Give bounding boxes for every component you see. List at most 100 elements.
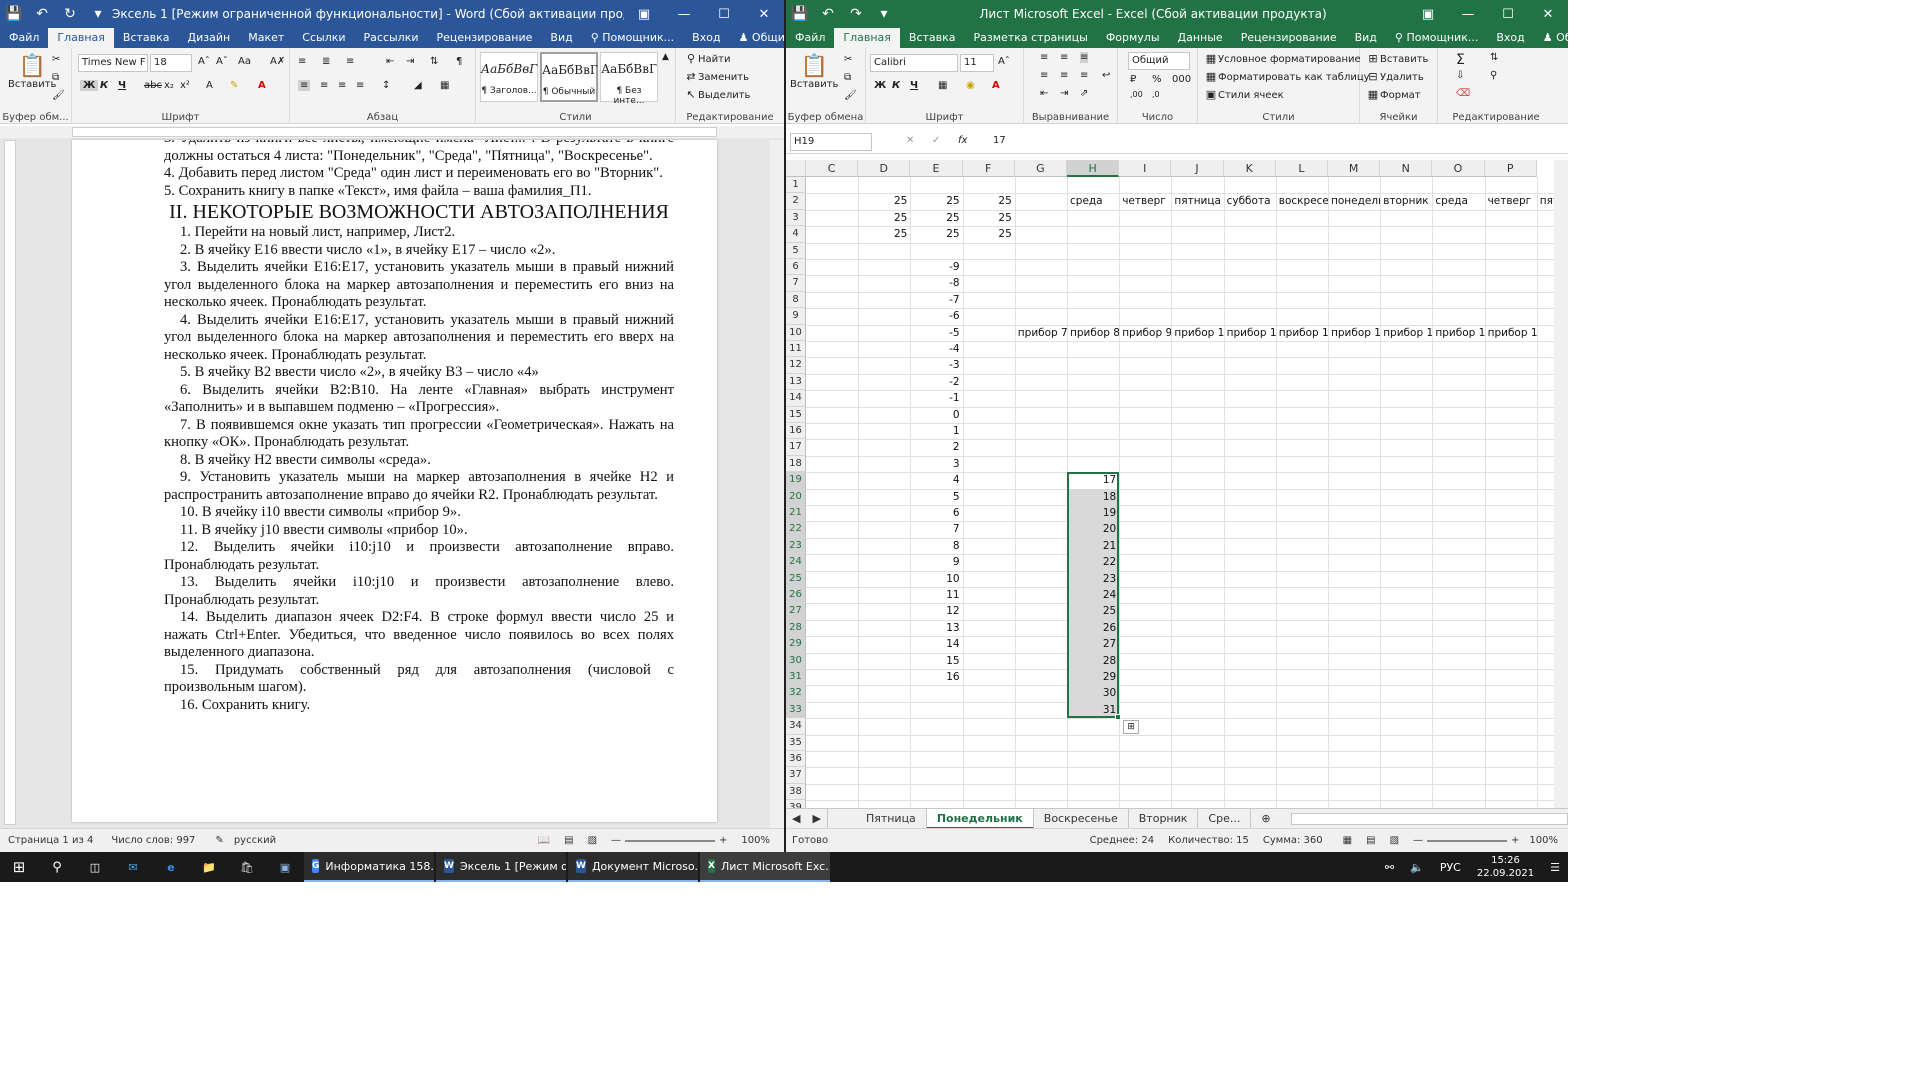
italic-button[interactable]: К [892, 80, 900, 91]
document-paragraph[interactable]: 3. Удалить из книги все листы, имеющие и… [164, 140, 674, 165]
align-left-icon[interactable]: ≡ [1040, 70, 1048, 81]
document-paragraph[interactable]: 1. Перейти на новый лист, например, Лист… [164, 224, 674, 242]
add-sheet-icon[interactable]: ⊕ [1251, 809, 1280, 829]
row-header[interactable]: 1 [786, 177, 806, 194]
superscript-button[interactable]: x² [180, 80, 190, 91]
row-header[interactable]: 34 [786, 718, 806, 735]
row-header[interactable]: 31 [786, 669, 806, 686]
sort-filter-icon[interactable]: ⇅ [1490, 52, 1498, 63]
align-center-icon[interactable]: ≡ [1060, 70, 1068, 81]
document-paragraph[interactable]: 4. Выделить ячейки E16:E17, установить у… [164, 312, 674, 365]
sort-icon[interactable]: ⇅ [430, 56, 438, 67]
language[interactable]: русский [234, 835, 276, 846]
select-all-corner[interactable] [786, 160, 806, 177]
cell-e27[interactable]: 12 [910, 603, 962, 619]
cell-e23[interactable]: 8 [910, 538, 962, 554]
cell-h19[interactable]: 17 [1067, 472, 1119, 488]
cell-e29[interactable]: 14 [910, 636, 962, 652]
cell-h32[interactable]: 30 [1067, 685, 1119, 701]
row-header[interactable]: 30 [786, 652, 806, 669]
close-button[interactable]: ✕ [744, 0, 784, 28]
start-button[interactable]: ⊞ [0, 852, 38, 882]
normal-view-icon[interactable]: ▦ [1343, 835, 1352, 846]
cell-e7[interactable]: -8 [910, 275, 962, 291]
numbering-icon[interactable]: ≣ [322, 56, 330, 67]
cell-e14[interactable]: -1 [910, 390, 962, 406]
row-header[interactable]: 35 [786, 734, 806, 751]
number-format-combo[interactable]: Общий [1128, 52, 1190, 70]
row-header[interactable]: 39 [786, 800, 806, 808]
row-header[interactable]: 7 [786, 275, 806, 292]
middle-align-icon[interactable]: ≡ [1060, 52, 1068, 63]
cell-o2[interactable]: среда [1432, 193, 1484, 209]
row-header[interactable]: 33 [786, 701, 806, 719]
format-painter-icon[interactable]: 🖌 [844, 90, 857, 101]
row-header[interactable]: 24 [786, 554, 806, 571]
function-icon[interactable]: fx [958, 135, 967, 146]
fill-icon[interactable]: ⇩ [1456, 70, 1464, 81]
orientation-icon[interactable]: ⇗ [1080, 88, 1088, 99]
document-paragraph[interactable]: 14. Выделить диапазон ячеек D2:F4. В стр… [164, 609, 674, 662]
maximize-button[interactable]: ☐ [704, 0, 744, 28]
cell-styles-button[interactable]: ▣ Стили ячеек [1204, 88, 1284, 102]
font-size-combo[interactable]: 18 [150, 54, 192, 72]
row-header[interactable]: 14 [786, 390, 806, 407]
tab-review[interactable]: Рецензирование [428, 28, 542, 48]
row-header[interactable]: 18 [786, 455, 806, 473]
select-button[interactable]: ↖ Выделить [684, 88, 750, 102]
tab-references[interactable]: Ссылки [293, 28, 354, 48]
mail-icon[interactable]: ✉ [114, 852, 152, 882]
row-header[interactable]: 15 [786, 406, 806, 423]
save-icon[interactable]: 💾 [0, 0, 28, 28]
redo-icon[interactable]: ↷ [842, 0, 870, 28]
pilcrow-icon[interactable]: ¶ [456, 56, 462, 67]
increase-indent-icon[interactable]: ⇥ [406, 56, 414, 67]
document-paragraph[interactable]: 12. Выделить ячейки i10:j10 и произвести… [164, 539, 674, 574]
cell-l10[interactable]: прибор 12 [1276, 325, 1328, 341]
row-header[interactable]: 37 [786, 767, 806, 784]
subscript-button[interactable]: x₂ [164, 80, 174, 91]
document-paragraph[interactable]: 7. В появившемся окне указать тип прогре… [164, 417, 674, 452]
cell-e16[interactable]: 1 [910, 423, 962, 439]
section-heading[interactable]: II. НЕКОТОРЫЕ ВОЗМОЖНОСТИ АВТОЗАПОЛНЕНИЯ [164, 200, 674, 224]
minimize-button[interactable]: — [1448, 0, 1488, 28]
highlight-icon[interactable]: ✎ [230, 80, 238, 91]
percent-icon[interactable]: % [1152, 74, 1162, 85]
column-header-e[interactable]: E [910, 160, 963, 177]
clear-icon[interactable]: ⌫ [1456, 88, 1470, 99]
increase-indent-icon[interactable]: ⇥ [1060, 88, 1068, 99]
shrink-font-icon[interactable]: Aˇ [216, 56, 228, 67]
folder-icon[interactable]: 📁 [190, 852, 228, 882]
column-header-p[interactable]: P [1484, 160, 1537, 177]
cell-d4[interactable]: 25 [858, 226, 910, 242]
cell-p2[interactable]: четверг [1485, 193, 1537, 209]
cell-k10[interactable]: прибор 11 [1224, 325, 1276, 341]
sheet-tab[interactable]: Сре... [1198, 808, 1252, 829]
cell-f4[interactable]: 25 [963, 226, 1015, 242]
search-icon[interactable]: ⚲ [38, 852, 76, 882]
task-view-icon[interactable]: ◫ [76, 852, 114, 882]
bottom-align-icon[interactable]: ≡ [1080, 52, 1089, 63]
sum-status[interactable]: Сумма: 360 [1263, 835, 1323, 846]
cell-e26[interactable]: 11 [910, 587, 962, 603]
average-status[interactable]: Среднее: 24 [1090, 835, 1155, 846]
cell-e8[interactable]: -7 [910, 292, 962, 308]
cell-h26[interactable]: 24 [1067, 587, 1119, 603]
zoom-slider[interactable] [1427, 839, 1508, 842]
zoom-level[interactable]: 100% [1529, 835, 1558, 846]
document-paragraph[interactable]: 5. Сохранить книгу в папке «Текст», имя … [164, 183, 674, 201]
column-header-m[interactable]: M [1328, 160, 1381, 177]
row-header[interactable]: 29 [786, 636, 806, 653]
tell-me-box[interactable]: ⚲ Помощник... [1386, 28, 1487, 48]
page-break-icon[interactable]: ▧ [1390, 835, 1399, 846]
tray-lang[interactable]: РУС [1432, 852, 1469, 882]
cell-g10[interactable]: прибор 7 [1015, 325, 1067, 341]
sheet-tab-active[interactable]: Понедельник [926, 808, 1034, 829]
signin-link[interactable]: Вход [1487, 28, 1533, 48]
cell-e10[interactable]: -5 [910, 325, 962, 341]
delete-cells-button[interactable]: ⊟ Удалить [1366, 70, 1423, 84]
page-count[interactable]: Страница 1 из 4 [8, 835, 93, 846]
align-right-icon[interactable]: ≡ [338, 80, 346, 91]
font-name-combo[interactable]: Times New F [78, 54, 148, 72]
line-spacing-icon[interactable]: ↕ [382, 80, 390, 91]
